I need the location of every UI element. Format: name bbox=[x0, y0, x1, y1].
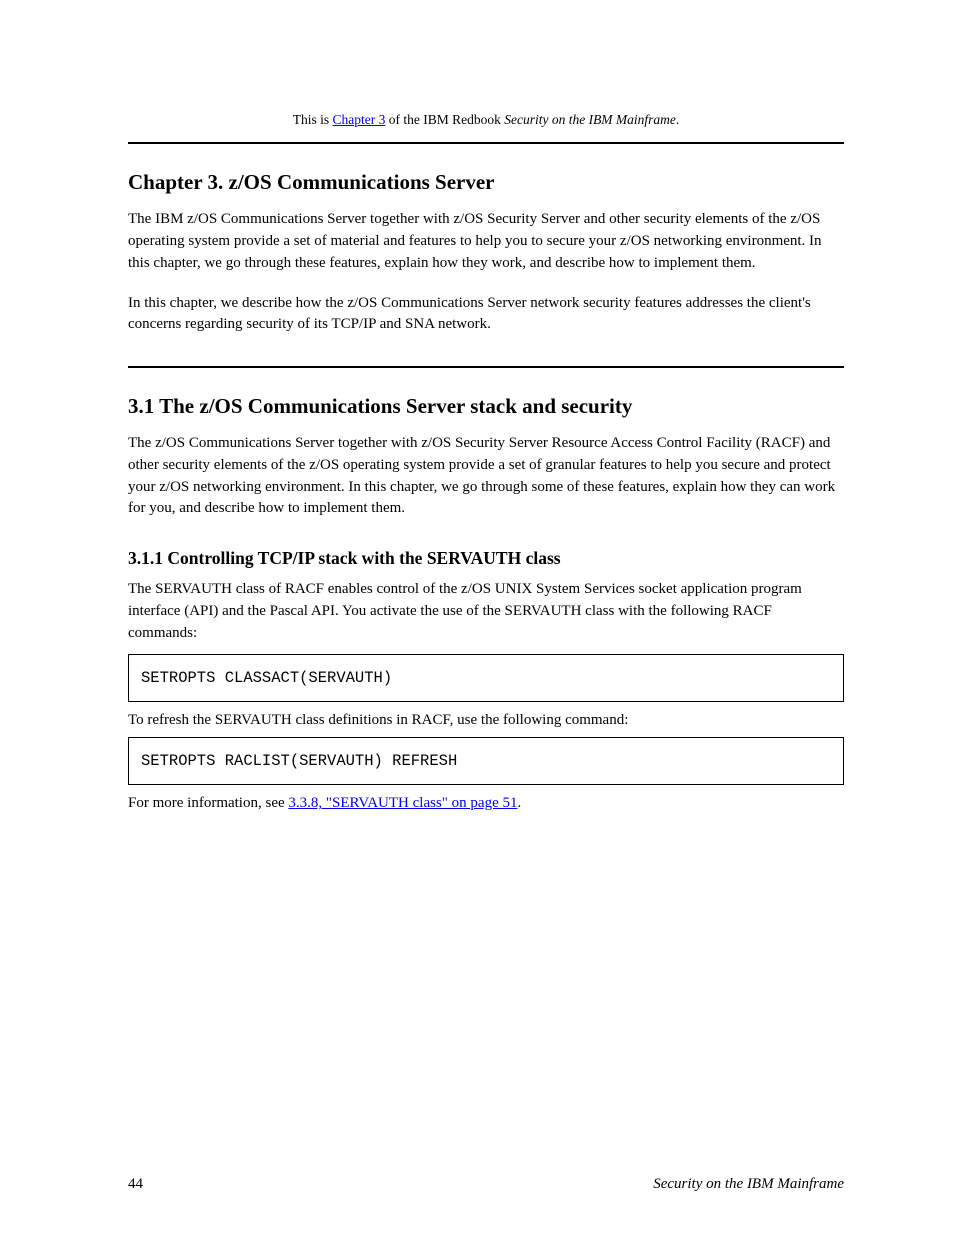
footer-book-title: Security on the IBM Mainframe bbox=[653, 1176, 844, 1193]
section-3-1-1-para-1: The SERVAUTH class of RACF enables contr… bbox=[128, 579, 844, 644]
page-footer: 44 Security on the IBM Mainframe bbox=[128, 1176, 844, 1193]
see-more-suffix: . bbox=[517, 795, 521, 811]
top-note-prefix: This is bbox=[293, 112, 333, 127]
top-note: This is Chapter 3 of the IBM Redbook Sec… bbox=[128, 110, 844, 130]
section-3-1-1-title: 3.1.1 Controlling TCP/IP stack with the … bbox=[128, 548, 844, 569]
chapter-para-1: The IBM z/OS Communications Server toget… bbox=[128, 209, 844, 274]
see-more-line: For more information, see 3.3.8, "SERVAU… bbox=[128, 795, 844, 812]
section-3-1-title: 3.1 The z/OS Communications Server stack… bbox=[128, 394, 844, 419]
top-note-link[interactable]: Chapter 3 bbox=[332, 112, 385, 127]
rule-mid bbox=[128, 366, 844, 368]
command-2-intro: To refresh the SERVAUTH class definition… bbox=[128, 712, 844, 729]
see-more-link[interactable]: 3.3.8, "SERVAUTH class" on page 51 bbox=[288, 795, 517, 811]
top-note-mid: of the IBM Redbook bbox=[385, 112, 504, 127]
rule-top bbox=[128, 142, 844, 144]
section-3-1-para-1: The z/OS Communications Server together … bbox=[128, 433, 844, 520]
chapter-para-2: In this chapter, we describe how the z/O… bbox=[128, 293, 844, 337]
command-box-1: SETROPTS CLASSACT(SERVAUTH) bbox=[128, 654, 844, 702]
top-note-booktitle: Security on the IBM Mainframe bbox=[504, 112, 676, 127]
top-note-suffix: . bbox=[676, 112, 679, 127]
page-number: 44 bbox=[128, 1176, 143, 1193]
see-more-prefix: For more information, see bbox=[128, 795, 288, 811]
chapter-title: Chapter 3. z/OS Communications Server bbox=[128, 170, 844, 195]
command-box-2: SETROPTS RACLIST(SERVAUTH) REFRESH bbox=[128, 737, 844, 785]
